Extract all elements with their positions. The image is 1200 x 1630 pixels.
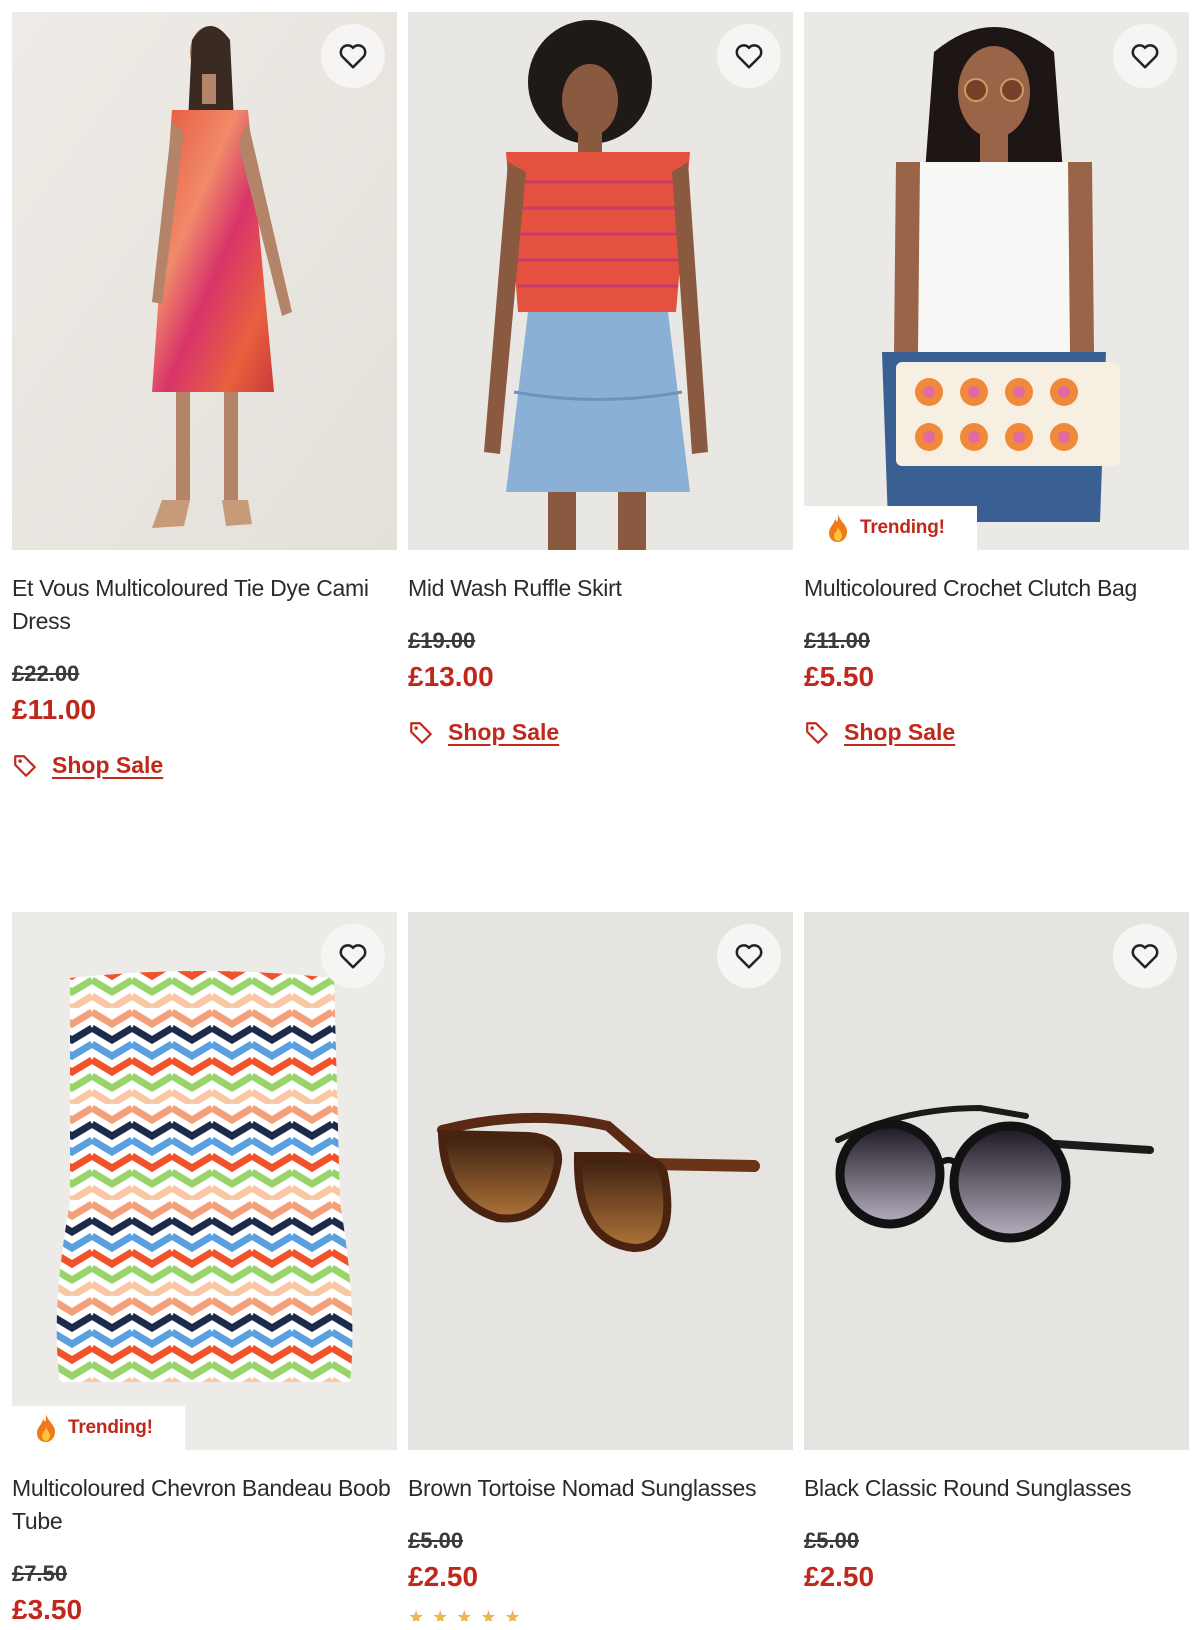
model-skirt-image: [408, 12, 793, 550]
shop-sale-label[interactable]: Shop Sale: [844, 719, 955, 746]
was-price: £5.00: [804, 1528, 860, 1553]
was-price: £22.00: [12, 661, 80, 686]
price-tag-icon: [14, 754, 36, 777]
product-image[interactable]: [12, 12, 397, 550]
shop-sale-link[interactable]: Shop Sale: [12, 752, 397, 779]
product-card[interactable]: Mid Wash Ruffle Skirt £19.00 £13.00 Shop…: [408, 12, 793, 746]
heart-outline-icon: [1131, 44, 1159, 69]
product-title[interactable]: Black Classic Round Sunglasses: [804, 1472, 1189, 1505]
trending-label: Trending!: [68, 1417, 153, 1438]
was-price: £11.00: [804, 628, 871, 653]
product-card[interactable]: Trending! Multicoloured Chevron Bandeau …: [12, 912, 397, 1626]
heart-outline-icon: [1131, 944, 1159, 969]
product-image[interactable]: [408, 912, 793, 1450]
wishlist-button[interactable]: [321, 924, 385, 988]
product-card[interactable]: Black Classic Round Sunglasses £5.00 £2.…: [804, 912, 1189, 1593]
wishlist-button[interactable]: [321, 24, 385, 88]
rating-stars: ★★★★★: [408, 1607, 529, 1621]
price-tag-icon: [410, 721, 432, 744]
was-price: £19.00: [408, 628, 476, 653]
heart-outline-icon: [339, 44, 367, 69]
fire-icon: [37, 1414, 56, 1442]
sale-price: £5.50: [804, 661, 875, 692]
heart-outline-icon: [735, 944, 763, 969]
trending-label: Trending!: [860, 517, 945, 538]
fire-icon: [829, 514, 848, 542]
black-round-sunglasses-image: [804, 912, 1189, 1450]
product-card[interactable]: Brown Tortoise Nomad Sunglasses £5.00 £2…: [408, 912, 793, 1621]
product-image[interactable]: [804, 912, 1189, 1450]
product-title[interactable]: Brown Tortoise Nomad Sunglasses: [408, 1472, 793, 1505]
was-price: £7.50: [12, 1561, 68, 1586]
product-image[interactable]: Trending!: [804, 12, 1189, 550]
crochet-clutch: [896, 362, 1120, 466]
product-card[interactable]: Trending! Multicoloured Crochet Clutch B…: [804, 12, 1189, 746]
shop-sale-label[interactable]: Shop Sale: [52, 752, 163, 779]
shop-sale-label[interactable]: Shop Sale: [448, 719, 559, 746]
sale-price: £11.00: [12, 694, 97, 725]
model-dress-image: [12, 12, 397, 550]
tortoise-sunglasses-image: [408, 912, 793, 1450]
sale-price: £13.00: [408, 661, 494, 692]
wishlist-button[interactable]: [1113, 24, 1177, 88]
product-title[interactable]: Et Vous Multicoloured Tie Dye Cami Dress: [12, 572, 397, 638]
wishlist-button[interactable]: [717, 24, 781, 88]
sale-price: £2.50: [408, 1561, 479, 1592]
product-title[interactable]: Multicoloured Chevron Bandeau Boob Tube: [12, 1472, 397, 1538]
chevron-top-image: [12, 912, 397, 1450]
price-tag-icon: [806, 721, 828, 744]
sale-price: £2.50: [804, 1561, 875, 1592]
product-image[interactable]: Trending!: [12, 912, 397, 1450]
product-card[interactable]: Et Vous Multicoloured Tie Dye Cami Dress…: [12, 12, 397, 779]
wishlist-button[interactable]: [1113, 924, 1177, 988]
product-title[interactable]: Multicoloured Crochet Clutch Bag: [804, 572, 1189, 605]
shop-sale-link[interactable]: Shop Sale: [408, 719, 793, 746]
sale-price: £3.50: [12, 1594, 83, 1625]
product-image[interactable]: [408, 12, 793, 550]
trending-badge: Trending!: [804, 506, 977, 550]
wishlist-button[interactable]: [717, 924, 781, 988]
shop-sale-link[interactable]: Shop Sale: [804, 719, 1189, 746]
trending-badge: Trending!: [12, 1406, 185, 1450]
heart-outline-icon: [735, 44, 763, 69]
product-title[interactable]: Mid Wash Ruffle Skirt: [408, 572, 793, 605]
was-price: £5.00: [408, 1528, 464, 1553]
heart-outline-icon: [339, 944, 367, 969]
model-clutch-image: [804, 12, 1189, 550]
